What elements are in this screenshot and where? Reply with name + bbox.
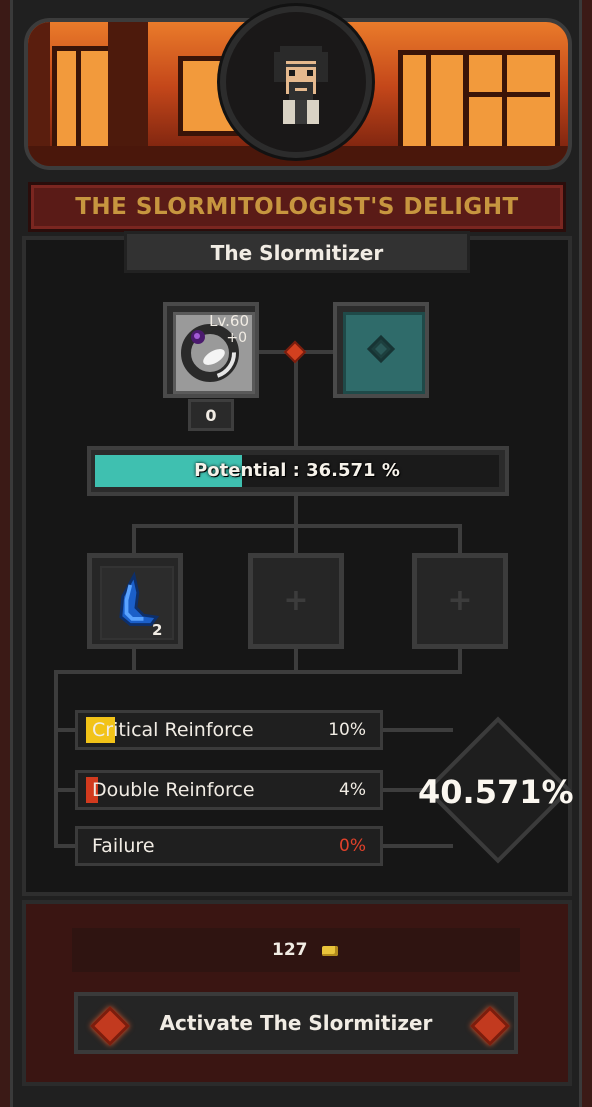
connector-line xyxy=(383,844,453,848)
left-decor-rail xyxy=(0,0,10,1107)
connector-line xyxy=(294,646,298,672)
connector-line xyxy=(54,728,76,732)
double-reinforce-value: 4% xyxy=(339,780,366,800)
connector-line xyxy=(132,524,136,554)
critical-reinforce-row: Critical Reinforce 10% xyxy=(75,710,383,750)
failure-value: 0% xyxy=(339,836,366,856)
potential-label: Potential : 36.571 % xyxy=(194,460,400,481)
item-level: Lv.60 xyxy=(209,312,249,330)
connector-line xyxy=(54,670,58,848)
connector-line xyxy=(294,496,298,526)
right-decor-rail xyxy=(582,0,592,1107)
button-ornament-icon xyxy=(470,1006,510,1046)
dark-gem-icon xyxy=(366,334,396,364)
failure-row: Failure 0% xyxy=(75,826,383,866)
connector-line xyxy=(54,844,76,848)
connector-line xyxy=(54,670,462,674)
connector-line xyxy=(294,524,298,554)
panel-title: THE SLORMITOLOGIST'S DELIGHT xyxy=(75,194,519,220)
critical-reinforce-label: Critical Reinforce xyxy=(92,719,254,741)
slormitologist-avatar-icon xyxy=(274,46,328,124)
connector-line xyxy=(294,354,298,446)
double-reinforce-label: Double Reinforce xyxy=(92,779,255,801)
double-reinforce-row: Double Reinforce 4% xyxy=(75,770,383,810)
connector-line xyxy=(383,788,423,792)
plus-icon: + xyxy=(447,583,473,618)
material-slot-1[interactable] xyxy=(87,553,183,649)
connector-line xyxy=(458,646,462,672)
panel-subtitle: The Slormitizer xyxy=(124,231,470,273)
total-chance-value: 40.571% xyxy=(418,773,574,811)
critical-reinforce-value: 10% xyxy=(328,720,366,740)
material-slot-3[interactable]: + xyxy=(412,553,508,649)
material-count: 2 xyxy=(152,621,163,639)
connector-line xyxy=(54,788,76,792)
item-count: 0 xyxy=(188,399,234,431)
character-portrait xyxy=(220,6,372,158)
material-slot-2[interactable]: + xyxy=(248,553,344,649)
connector-line xyxy=(132,646,136,672)
failure-label: Failure xyxy=(92,835,155,857)
item-upgrade: +0 xyxy=(226,330,247,346)
connector-line xyxy=(383,728,453,732)
connector-line xyxy=(458,524,462,554)
plus-icon: + xyxy=(283,583,309,618)
activate-button[interactable] xyxy=(74,992,518,1054)
button-ornament-icon xyxy=(90,1006,130,1046)
cost-amount: 127 xyxy=(272,940,308,960)
target-slot[interactable] xyxy=(333,302,429,398)
gold-coin-icon xyxy=(322,946,338,956)
